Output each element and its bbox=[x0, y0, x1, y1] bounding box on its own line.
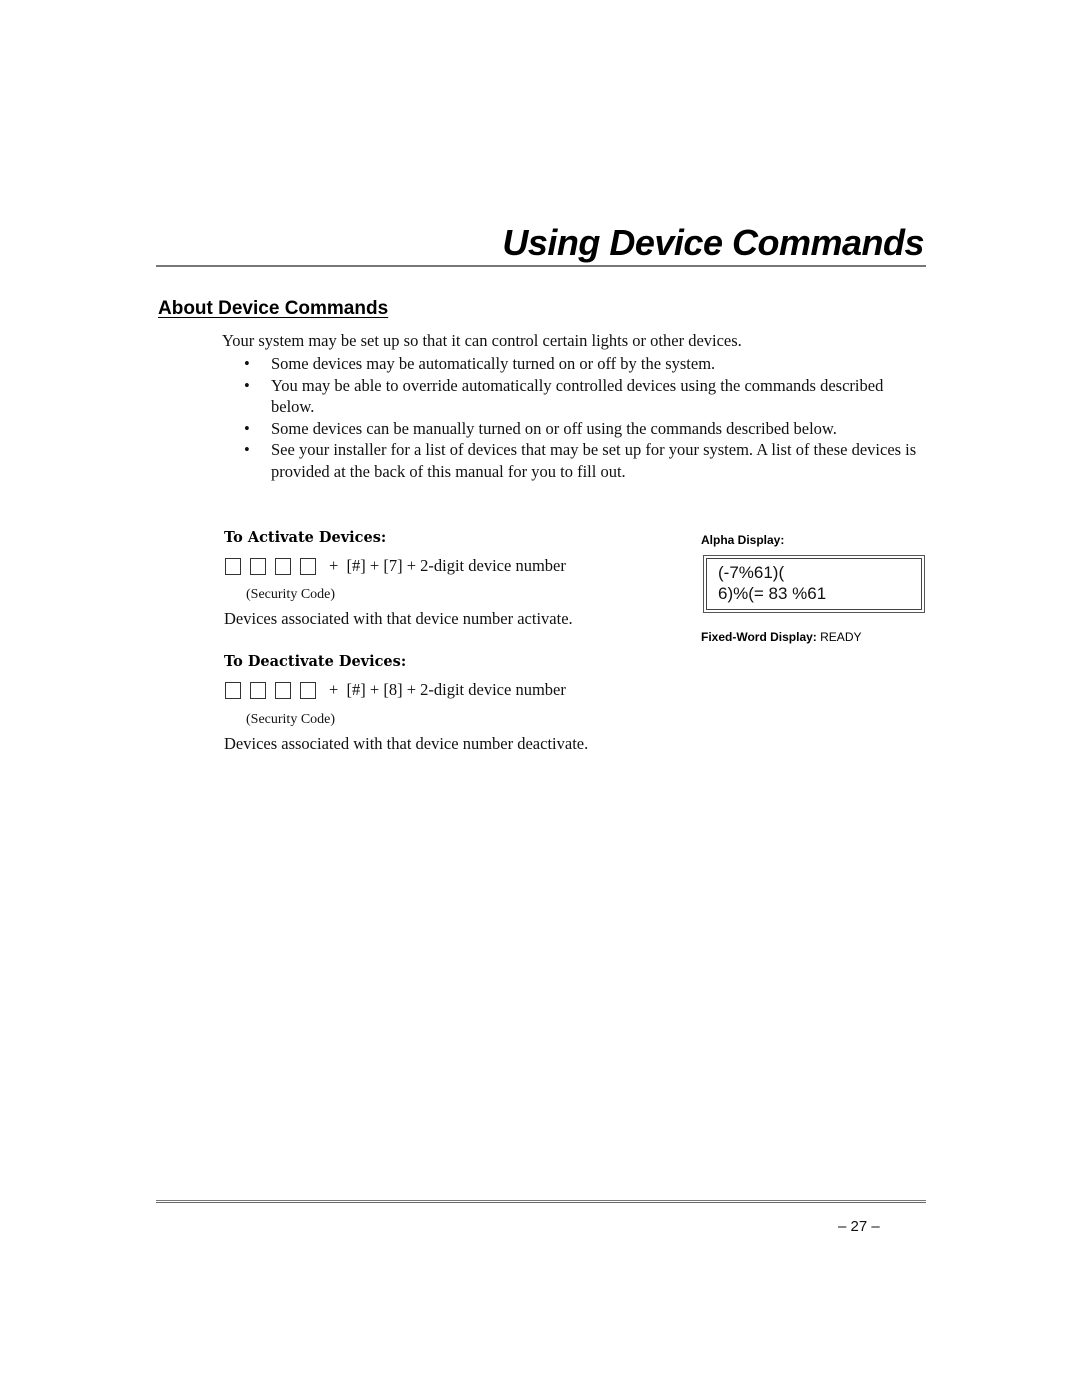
activate-command: + [#] + [7] + 2-digit device number bbox=[225, 556, 566, 576]
list-item: • You may be able to override automatical… bbox=[244, 375, 924, 418]
activate-security-code-label: (Security Code) bbox=[246, 587, 336, 602]
activate-heading: To Activate Devices: bbox=[224, 529, 387, 546]
footer-divider bbox=[156, 1200, 926, 1203]
list-item: • Some devices may be automatically turne… bbox=[244, 353, 924, 375]
deactivate-result: Devices associated with that device numb… bbox=[224, 734, 589, 753]
security-code-digit-box-icon bbox=[225, 557, 241, 575]
security-code-digit-box-icon bbox=[300, 681, 316, 699]
list-item: • See your installer for a list of device… bbox=[244, 439, 924, 482]
activate-result: Devices associated with that device numb… bbox=[224, 609, 573, 628]
page-number: – 27 – bbox=[838, 1218, 880, 1235]
section-heading: About Device Commands bbox=[158, 298, 389, 319]
deactivate-heading: To Deactivate Devices: bbox=[224, 653, 407, 670]
security-code-digit-box-icon bbox=[275, 681, 291, 699]
security-code-digit-box-icon bbox=[250, 557, 266, 575]
bullet-icon: • bbox=[244, 440, 250, 459]
page-title: Using Device Commands bbox=[502, 222, 924, 263]
fixed-word-display-label: Fixed-Word Display: bbox=[701, 630, 817, 644]
bullet-icon: • bbox=[244, 375, 250, 395]
security-code-digit-box-icon bbox=[275, 557, 291, 575]
bullet-text: You may be able to override automaticall… bbox=[271, 375, 884, 417]
security-code-digit-box-icon bbox=[250, 681, 266, 699]
bullet-icon: • bbox=[244, 354, 250, 373]
bullet-icon: • bbox=[244, 418, 250, 438]
list-item: • Some devices can be manually turned on … bbox=[244, 418, 924, 440]
activate-command-text: + [#] + [7] + 2-digit device number bbox=[329, 556, 566, 575]
fixed-word-display-value: READY bbox=[820, 630, 862, 644]
bullet-list: • Some devices may be automatically turne… bbox=[244, 353, 924, 482]
title-divider bbox=[156, 265, 926, 267]
alpha-display-label: Alpha Display: bbox=[701, 533, 785, 547]
bullet-text: See your installer for a list of devices… bbox=[271, 440, 917, 481]
deactivate-command-text: + [#] + [8] + 2-digit device number bbox=[329, 680, 566, 699]
bullet-text: Some devices may be automatically turned… bbox=[271, 354, 716, 373]
deactivate-security-code-label: (Security Code) bbox=[246, 712, 336, 727]
security-code-digit-box-icon bbox=[300, 557, 316, 575]
deactivate-command: + [#] + [8] + 2-digit device number bbox=[225, 680, 566, 700]
alpha-display-screen: (-7%61)( 6)%(= 83 %61 bbox=[706, 558, 922, 610]
intro-paragraph: Your system may be set up so that it can… bbox=[222, 331, 742, 350]
bullet-text: Some devices can be manually turned on o… bbox=[271, 418, 837, 438]
alpha-display-line-1: (-7%61)( bbox=[718, 563, 785, 582]
fixed-word-display: Fixed-Word Display: READY bbox=[701, 630, 861, 644]
alpha-display-line-2: 6)%(= 83 %61 bbox=[718, 584, 827, 603]
alpha-display: (-7%61)( 6)%(= 83 %61 bbox=[703, 555, 925, 613]
security-code-digit-box-icon bbox=[225, 681, 241, 699]
